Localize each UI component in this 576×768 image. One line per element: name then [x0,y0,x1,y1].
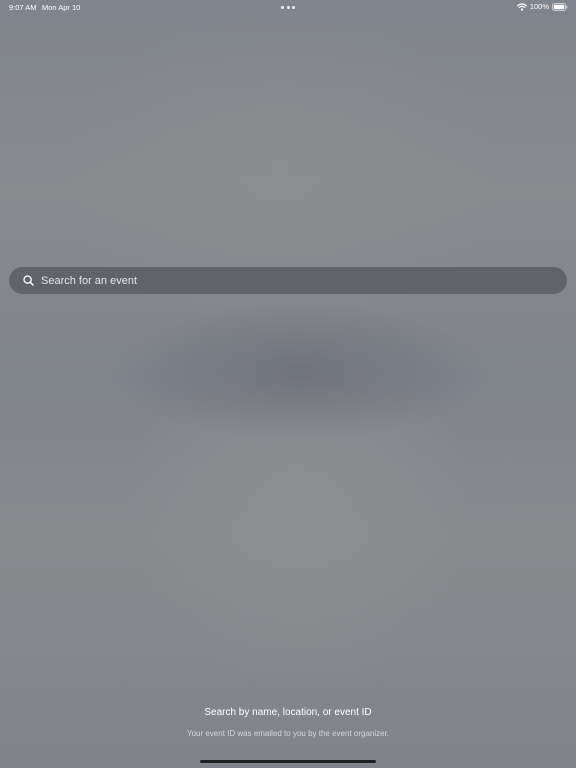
search-bar[interactable] [9,267,567,294]
status-date: Mon Apr 10 [42,3,81,12]
home-indicator[interactable] [200,760,376,763]
hint-title: Search by name, location, or event ID [204,707,372,718]
battery-percentage: 100% [529,2,549,11]
wifi-icon [516,2,527,11]
battery-icon [552,2,568,11]
search-icon [23,275,35,287]
multitasking-dots-icon[interactable] [281,5,295,9]
status-bar: 9:07 AM Mon Apr 10 100% [0,0,576,14]
status-time: 9:07 AM [9,3,37,12]
search-input[interactable] [41,270,567,291]
app-screen: 9:07 AM Mon Apr 10 100% Search for an ev… [0,0,576,768]
hint-subtitle: Your event ID was emailed to you by the … [186,729,390,738]
status-indicators: 100% [516,2,568,11]
